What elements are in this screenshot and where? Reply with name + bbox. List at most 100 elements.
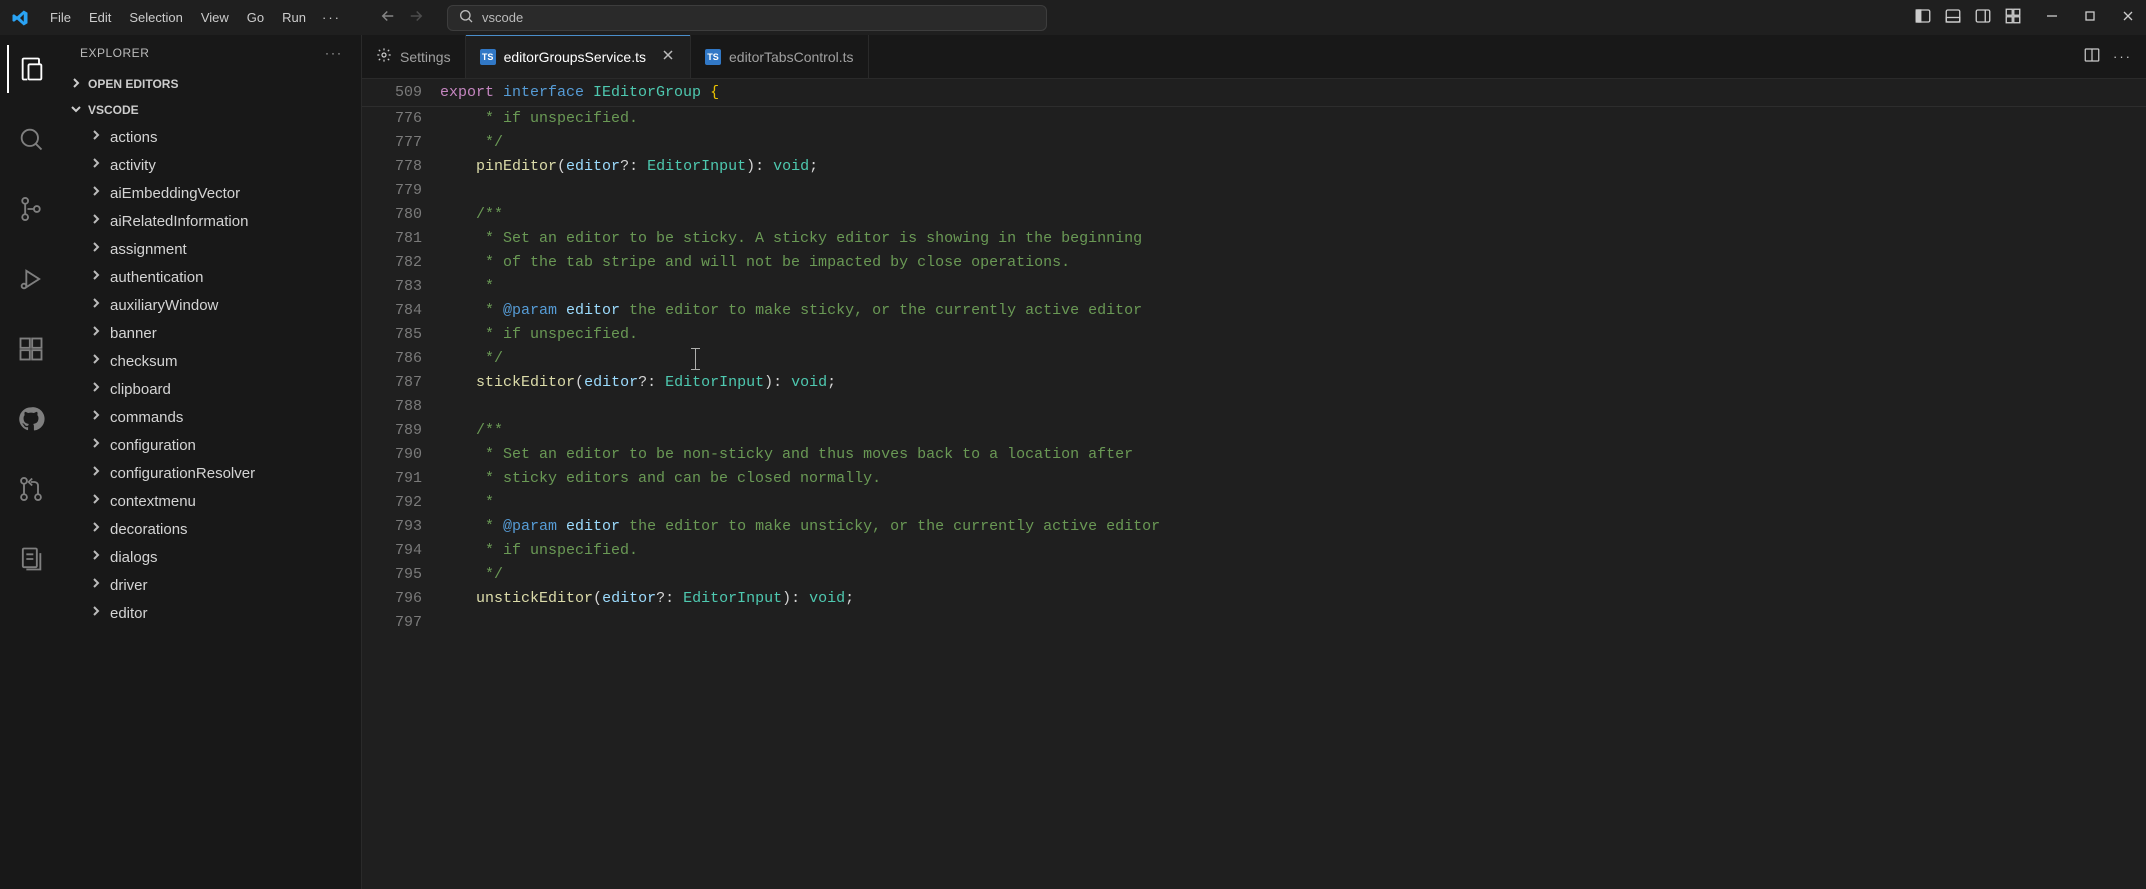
chevron-right-icon [88, 239, 104, 259]
code-line[interactable]: 790 * Set an editor to be non-sticky and… [362, 443, 2146, 467]
line-content: * if unspecified. [440, 539, 638, 563]
line-content: unstickEditor(editor?: EditorInput): voi… [440, 587, 854, 611]
tab-editorTabsControl-ts[interactable]: TSeditorTabsControl.ts [691, 35, 869, 78]
menu-overflow[interactable]: ··· [316, 6, 347, 29]
sidebar-more-button[interactable]: ··· [325, 46, 343, 60]
activity-extensions[interactable] [7, 325, 55, 373]
tree-folder-assignment[interactable]: assignment [62, 235, 361, 263]
line-content: */ [440, 131, 503, 155]
tree-folder-contextmenu[interactable]: contextmenu [62, 487, 361, 515]
activity-pull-requests[interactable] [7, 465, 55, 513]
code-line[interactable]: 794 * if unspecified. [362, 539, 2146, 563]
code-line[interactable]: 778 pinEditor(editor?: EditorInput): voi… [362, 155, 2146, 179]
tree-folder-clipboard[interactable]: clipboard [62, 375, 361, 403]
tree-folder-authentication[interactable]: authentication [62, 263, 361, 291]
menu-selection[interactable]: Selection [121, 6, 190, 29]
menu-file[interactable]: File [42, 6, 79, 29]
tree-folder-activity[interactable]: activity [62, 151, 361, 179]
section-workspace[interactable]: VSCODE [62, 97, 361, 123]
toggle-panel-button[interactable] [1944, 7, 1962, 28]
menu-edit[interactable]: Edit [81, 6, 119, 29]
code-line[interactable]: 782 * of the tab stripe and will not be … [362, 251, 2146, 275]
command-center-search[interactable]: vscode [447, 5, 1047, 31]
code-line[interactable]: 784 * @param editor the editor to make s… [362, 299, 2146, 323]
line-number: 793 [362, 515, 440, 539]
section-open-editors[interactable]: OPEN EDITORS [62, 71, 361, 97]
code-line[interactable]: 788 [362, 395, 2146, 419]
code-line[interactable]: 795 */ [362, 563, 2146, 587]
chevron-right-icon [88, 155, 104, 175]
line-number: 791 [362, 467, 440, 491]
tab-editorGroupsService-ts[interactable]: TSeditorGroupsService.ts [466, 35, 691, 78]
window-close-button[interactable] [2118, 8, 2138, 27]
section-open-editors-label: OPEN EDITORS [88, 77, 178, 91]
line-content: */ [440, 563, 503, 587]
tree-item-label: checksum [110, 353, 178, 370]
line-number: 796 [362, 587, 440, 611]
tree-folder-aiEmbeddingVector[interactable]: aiEmbeddingVector [62, 179, 361, 207]
activity-search[interactable] [7, 115, 55, 163]
close-icon[interactable] [660, 47, 676, 66]
tree-folder-decorations[interactable]: decorations [62, 515, 361, 543]
file-tree[interactable]: actions activity aiEmbeddingVector aiRelate… [62, 123, 361, 889]
code-line[interactable]: 779 [362, 179, 2146, 203]
line-number: 778 [362, 155, 440, 179]
code-line[interactable]: 793 * @param editor the editor to make u… [362, 515, 2146, 539]
chevron-right-icon [88, 183, 104, 203]
activity-run-debug[interactable] [7, 255, 55, 303]
code-line[interactable]: 791 * sticky editors and can be closed n… [362, 467, 2146, 491]
code-line[interactable]: 786 */ [362, 347, 2146, 371]
activity-source-control[interactable] [7, 185, 55, 233]
line-content: * if unspecified. [440, 107, 638, 131]
code-line[interactable]: 777 */ [362, 131, 2146, 155]
tree-item-label: activity [110, 157, 156, 174]
tree-folder-banner[interactable]: banner [62, 319, 361, 347]
tree-folder-configuration[interactable]: configuration [62, 431, 361, 459]
tree-folder-driver[interactable]: driver [62, 571, 361, 599]
chevron-right-icon [88, 211, 104, 231]
tree-folder-configurationResolver[interactable]: configurationResolver [62, 459, 361, 487]
editor-more-button[interactable]: ··· [2113, 49, 2132, 64]
menu-go[interactable]: Go [239, 6, 272, 29]
code-line[interactable]: 796 unstickEditor(editor?: EditorInput):… [362, 587, 2146, 611]
line-number: 777 [362, 131, 440, 155]
editor-tabs: SettingsTSeditorGroupsService.tsTSeditor… [362, 35, 2146, 79]
tree-folder-commands[interactable]: commands [62, 403, 361, 431]
code-line[interactable]: 780 /** [362, 203, 2146, 227]
sticky-scroll[interactable]: 509 export interface IEditorGroup { [362, 79, 2146, 107]
tree-folder-actions[interactable]: actions [62, 123, 361, 151]
code-editor[interactable]: 776 * if unspecified.777 */778 pinEditor… [362, 107, 2146, 889]
section-workspace-label: VSCODE [88, 103, 139, 117]
code-line[interactable]: 781 * Set an editor to be sticky. A stic… [362, 227, 2146, 251]
activity-github[interactable] [7, 395, 55, 443]
customize-layout-button[interactable] [2004, 7, 2022, 28]
tree-folder-checksum[interactable]: checksum [62, 347, 361, 375]
code-line[interactable]: 783 * [362, 275, 2146, 299]
nav-back-button[interactable] [379, 7, 397, 28]
code-line[interactable]: 776 * if unspecified. [362, 107, 2146, 131]
chevron-right-icon [88, 575, 104, 595]
code-line[interactable]: 787 stickEditor(editor?: EditorInput): v… [362, 371, 2146, 395]
activity-references[interactable] [7, 535, 55, 583]
toggle-secondary-sidebar-button[interactable] [1974, 7, 1992, 28]
tree-item-label: aiEmbeddingVector [110, 185, 240, 202]
window-maximize-button[interactable] [2080, 8, 2100, 27]
tree-folder-dialogs[interactable]: dialogs [62, 543, 361, 571]
tree-folder-aiRelatedInformation[interactable]: aiRelatedInformation [62, 207, 361, 235]
window-minimize-button[interactable] [2042, 8, 2062, 27]
tree-folder-editor[interactable]: editor [62, 599, 361, 627]
code-line[interactable]: 797 [362, 611, 2146, 635]
toggle-primary-sidebar-button[interactable] [1914, 7, 1932, 28]
tree-folder-auxiliaryWindow[interactable]: auxiliaryWindow [62, 291, 361, 319]
code-line[interactable]: 789 /** [362, 419, 2146, 443]
gear-icon [376, 47, 392, 66]
line-number: 792 [362, 491, 440, 515]
split-editor-button[interactable] [2083, 46, 2101, 67]
menu-run[interactable]: Run [274, 6, 314, 29]
activity-explorer[interactable] [7, 45, 55, 93]
tab-Settings[interactable]: Settings [362, 35, 466, 78]
code-line[interactable]: 792 * [362, 491, 2146, 515]
nav-forward-button[interactable] [407, 7, 425, 28]
code-line[interactable]: 785 * if unspecified. [362, 323, 2146, 347]
menu-view[interactable]: View [193, 6, 237, 29]
